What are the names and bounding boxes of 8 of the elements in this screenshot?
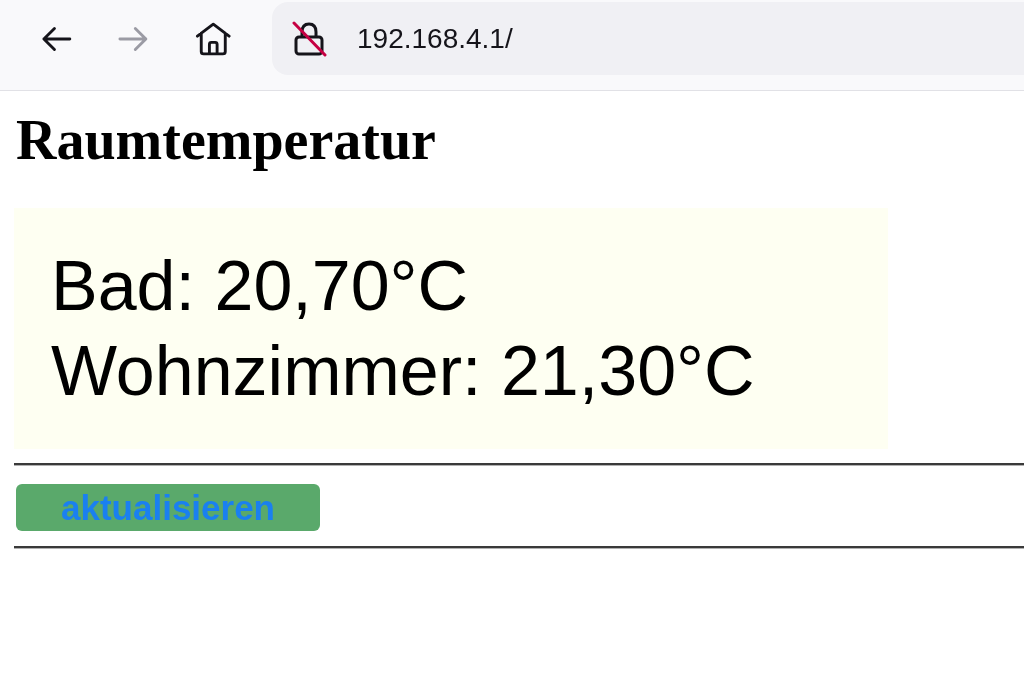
address-bar[interactable]: 192.168.4.1/ xyxy=(272,2,1024,75)
temperature-reading: Wohnzimmer: 21,30°C xyxy=(51,331,755,412)
page-heading: Raumtemperatur xyxy=(15,108,436,172)
arrow-left-icon[interactable] xyxy=(41,24,72,53)
address-text: 192.168.4.1/ xyxy=(357,22,513,55)
home-icon[interactable] xyxy=(194,20,231,57)
lock-icon[interactable] xyxy=(291,20,327,57)
temperature-reading: Bad: 20,70°C xyxy=(51,246,469,327)
